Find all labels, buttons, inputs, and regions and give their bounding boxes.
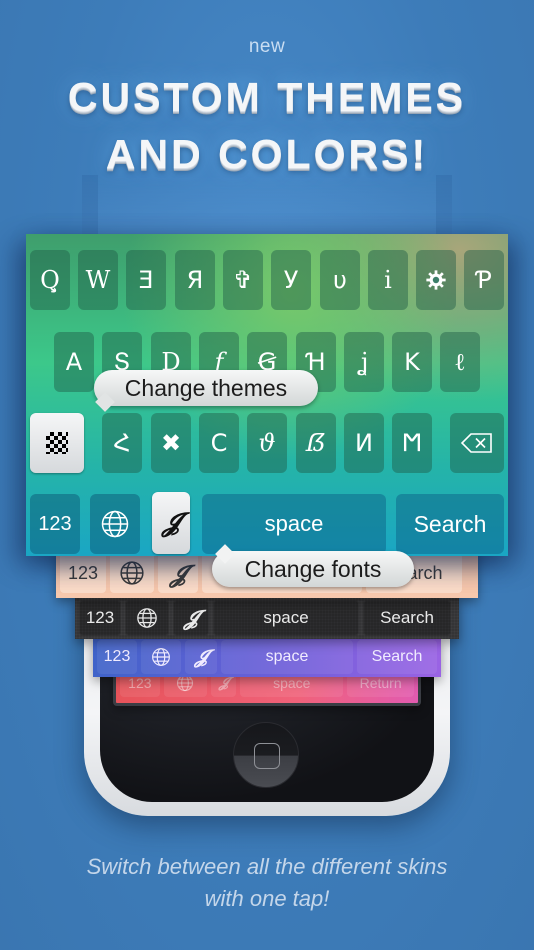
theme-switch-key[interactable] [30,413,84,473]
numbers-key[interactable]: 123 [30,494,80,554]
space-key[interactable]: space [221,640,353,674]
key-l[interactable]: ℓ [440,332,480,392]
backspace-icon [460,433,492,453]
globe-key[interactable] [141,640,181,674]
change-fonts-tooltip-text: Change fonts [244,555,382,582]
change-fonts-tooltip: Change fonts [212,551,414,587]
key-p[interactable]: Ƥ [464,250,504,310]
numbers-key[interactable]: 123 [60,553,106,593]
key-v[interactable]: ϑ [247,413,287,473]
settings-gear-icon [426,270,446,290]
font-key[interactable]: 𝓙 [173,600,209,636]
settings-key[interactable] [416,250,456,310]
key-b[interactable]: ẞ [296,413,336,473]
key-q[interactable]: Q̧ [30,250,70,310]
key-y[interactable]: У [271,250,311,310]
search-key[interactable]: Search [357,640,437,674]
headline-line-2: AND COLORS! [105,131,429,177]
font-key[interactable]: 𝓙 [158,553,198,593]
checkerboard-icon [46,432,68,454]
key-i[interactable]: i [368,250,408,310]
key-e[interactable]: Ǝ [126,250,166,310]
delete-key[interactable] [450,413,504,473]
font-key[interactable]: 𝓙 [185,640,217,674]
key-w[interactable]: W [78,250,118,310]
new-tag: new [248,36,286,57]
key-r[interactable]: Я [175,250,215,310]
globe-icon [152,648,170,666]
change-themes-tooltip: Change themes [94,370,318,406]
globe-key[interactable] [125,600,169,636]
space-key[interactable]: space [202,494,386,554]
globe-key[interactable] [90,494,140,554]
key-z[interactable]: Հ [102,413,142,473]
globe-icon [137,608,157,628]
search-key[interactable]: Search [396,494,504,554]
change-themes-tooltip-text: Change themes [124,374,288,401]
headline-line-1: CUSTOM THEMES [67,74,467,120]
space-key[interactable]: space [213,600,359,636]
footer-caption-line-2: with one tap! [204,886,330,911]
key-k[interactable]: K [392,332,432,392]
globe-icon [101,510,129,538]
key-t[interactable]: ✞ [223,250,263,310]
key-m[interactable]: Ϻ [392,413,432,473]
footer-caption-line-1: Switch between all the different skins [86,854,448,879]
search-key[interactable]: Search [363,600,451,636]
numbers-key[interactable]: 123 [79,600,121,636]
home-button-square-icon [254,743,280,769]
globe-icon [120,561,144,585]
globe-key[interactable] [110,553,154,593]
keyboard-purple-theme[interactable]: 123 𝓙 space Search [93,637,441,677]
font-switch-key[interactable]: 𝓙 [152,492,190,554]
key-x[interactable]: ✖ [151,413,191,473]
key-c[interactable]: C [199,413,239,473]
numbers-key[interactable]: 123 [97,640,137,674]
key-a[interactable]: A [54,332,94,392]
key-u[interactable]: υ [320,250,360,310]
key-n[interactable]: И [344,413,384,473]
key-j[interactable]: ʝ [344,332,384,392]
keyboard-dark-theme[interactable]: 123 𝓙 space Search [75,597,459,639]
